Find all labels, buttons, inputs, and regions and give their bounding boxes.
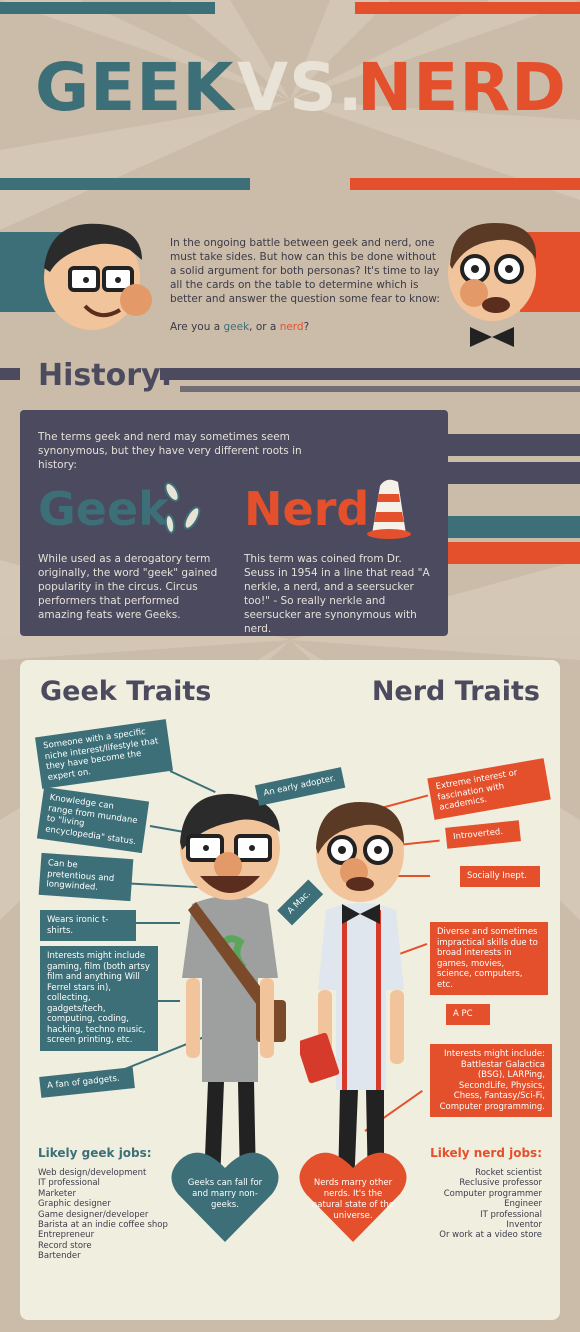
- intro-question: Are you a geek, or a nerd?: [170, 320, 440, 334]
- title-vs: VS.: [237, 49, 364, 126]
- nerd-job-item: Rocket scientist: [475, 1168, 542, 1178]
- geek-job-item: Game designer/developer: [38, 1209, 149, 1220]
- nerd-trait-tag: Interests might include: Battlestar Gala…: [430, 1044, 552, 1117]
- geek-job-item: Graphic designer: [38, 1199, 111, 1210]
- history-nerd-word: Nerd: [244, 482, 370, 536]
- geek-trait-tag: Can be pretentious and longwinded.: [38, 852, 134, 901]
- history-band-teal: [448, 516, 580, 538]
- history-geek-text: While used as a derogatory term original…: [38, 553, 218, 621]
- nerd-trait-tag: Introverted.: [445, 820, 521, 849]
- geek-job-item: Bartender: [38, 1251, 81, 1262]
- nerd-job-item: Reclusive professor: [459, 1178, 542, 1189]
- nerd-trait-tag: Socially Inept.: [460, 866, 540, 887]
- question-mid: , or a: [249, 321, 280, 333]
- geek-trait-tag: Someone with a specific niche interest/l…: [35, 719, 173, 789]
- history-line-right: [160, 368, 580, 380]
- striped-hat-icon: [367, 479, 411, 539]
- history-line-left: [0, 368, 20, 380]
- juggling-pins-icon: [164, 481, 201, 534]
- mid-stripe-orange: [350, 178, 580, 190]
- nerd-jobs-list: Rocket scientist Reclusive professor Com…: [412, 1168, 542, 1241]
- geek-traits-heading: Geek Traits: [40, 676, 212, 707]
- history-heading: History:: [38, 358, 173, 393]
- nerd-job-item: Computer programmer: [443, 1188, 542, 1199]
- nerd-job-item: Or work at a video store: [439, 1230, 542, 1241]
- traits-panel: Geek Traits Nerd Traits Someone with a s…: [20, 660, 560, 1320]
- geek-trait-tag: Knowledge can range from mundane to "liv…: [36, 786, 150, 854]
- question-nerd: nerd: [279, 321, 304, 333]
- intro-text: In the ongoing battle between geek and n…: [170, 236, 440, 334]
- nerd-trait-tag: A PC: [446, 1004, 490, 1025]
- nerd-face-illustration: [448, 223, 537, 347]
- history-band-navy-2: [448, 462, 580, 484]
- nerd-trait-tag: Extreme interest or fascination with aca…: [427, 758, 551, 820]
- history-band-navy: [448, 434, 580, 456]
- nerd-heart-text: Nerds marry other nerds. It's the natura…: [311, 1178, 395, 1221]
- geek-face-illustration: [44, 223, 152, 330]
- geek-trait-tag: Interests might include gaming, film (bo…: [40, 946, 158, 1051]
- nerd-traits-heading: Nerd Traits: [371, 676, 540, 707]
- history-geek-word: Geek: [38, 482, 169, 536]
- title-geek: GEEK: [35, 49, 235, 126]
- title-nerd: NERD: [357, 49, 567, 126]
- geek-jobs-heading: Likely geek jobs:: [38, 1146, 152, 1160]
- question-geek: geek: [223, 321, 250, 333]
- connector-line: [169, 770, 216, 794]
- top-stripe-teal: [0, 2, 215, 14]
- geek-job-item: Marketer: [38, 1188, 76, 1199]
- geek-job-item: Barista at an indie coffee shop: [38, 1220, 168, 1231]
- geek-trait-tag: A fan of gadgets.: [39, 1067, 135, 1098]
- geek-job-item: Web design/development: [38, 1168, 147, 1178]
- geek-job-item: Entrepreneur: [38, 1230, 95, 1241]
- nerd-job-item: Inventor: [506, 1220, 542, 1231]
- geek-job-item: IT professional: [38, 1178, 100, 1189]
- nerd-jobs-heading: Likely nerd jobs:: [430, 1146, 542, 1160]
- geek-trait-tag: Wears ironic t-shirts.: [40, 910, 136, 941]
- top-stripe-orange: [355, 2, 580, 14]
- geek-jobs-list: Web design/development IT professional M…: [38, 1168, 168, 1262]
- question-end: ?: [303, 321, 310, 333]
- history-box: The terms geek and nerd may sometimes se…: [20, 410, 448, 636]
- question-start: Are you a: [170, 321, 224, 333]
- geek-character-illustration: [180, 793, 286, 1190]
- nerd-job-item: IT professional: [480, 1209, 542, 1220]
- nerd-trait-tag: Diverse and sometimes impractical skills…: [430, 922, 548, 995]
- mid-stripe-teal: [0, 178, 250, 190]
- nerd-job-item: Engineer: [504, 1199, 542, 1210]
- intro-paragraph: In the ongoing battle between geek and n…: [170, 237, 440, 305]
- history-intro: The terms geek and nerd may sometimes se…: [38, 431, 302, 471]
- geek-heart-text: Geeks can fall for and marry non-geeks.: [187, 1178, 263, 1210]
- history-nerd-text: This term was coined from Dr. Seuss in 1…: [244, 553, 430, 635]
- history-band-orange: [448, 542, 580, 564]
- history-line-right-2: [180, 386, 580, 392]
- nerd-character-illustration: [300, 802, 404, 1196]
- geek-job-item: Record store: [38, 1240, 92, 1251]
